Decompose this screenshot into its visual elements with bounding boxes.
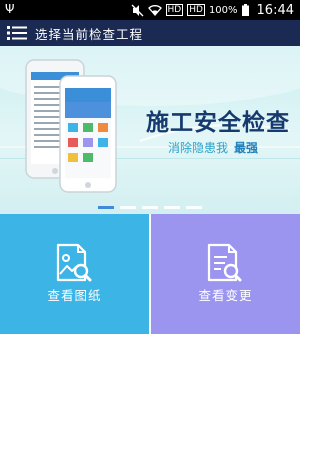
usb-icon: Ψ: [5, 2, 15, 16]
menu-icon[interactable]: [7, 25, 29, 41]
status-bar: Ψ HD HD 100% 16:44: [0, 0, 300, 20]
carousel-dot[interactable]: [120, 206, 136, 209]
view-drawings-label: 查看图纸: [47, 288, 102, 303]
page-title[interactable]: 选择当前检查工程: [35, 24, 143, 43]
drawing-search-icon: [56, 243, 92, 282]
hd-badge: HD: [187, 4, 205, 16]
carousel-dot[interactable]: [186, 206, 202, 209]
app-bar: 选择当前检查工程: [0, 20, 300, 46]
carousel-dot[interactable]: [98, 206, 114, 209]
mute-icon: [131, 4, 143, 16]
view-drawings-tile[interactable]: 查看图纸: [0, 214, 149, 334]
banner-tagline: 消除隐患我 最强: [168, 139, 258, 156]
hd-badge: HD: [165, 4, 184, 16]
banner-headline: 施工安全检查: [146, 110, 290, 136]
view-changes-tile[interactable]: 查看变更: [151, 214, 300, 334]
banner-tagline-text: 消除隐患我: [168, 141, 229, 155]
battery-percent: 100%: [208, 4, 238, 16]
carousel-indicators: [0, 206, 300, 209]
wifi-icon: [147, 5, 162, 16]
view-changes-label: 查看变更: [198, 288, 253, 303]
carousel-dot[interactable]: [164, 206, 180, 209]
document-search-icon: [207, 243, 242, 282]
banner-carousel[interactable]: 施工安全检查 消除隐患我 最强: [0, 46, 300, 214]
banner-tagline-emphasis: 最强: [234, 141, 259, 155]
battery-icon: [241, 4, 249, 16]
clock: 16:44: [256, 2, 294, 18]
status-icons: HD HD 100% 16:44: [131, 2, 294, 18]
carousel-dot[interactable]: [142, 206, 158, 209]
